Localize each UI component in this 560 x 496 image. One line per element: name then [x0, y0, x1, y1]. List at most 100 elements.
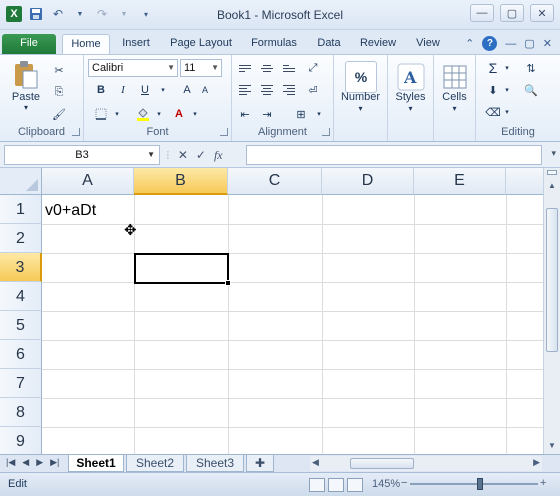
tab-review[interactable]: Review — [354, 34, 402, 54]
font-size-combo[interactable]: 11 ▼ — [180, 59, 222, 77]
cells-button[interactable] — [438, 61, 472, 93]
cut-icon[interactable]: ✂ — [50, 61, 68, 79]
sort-filter-icon[interactable]: ⇅ — [522, 59, 540, 77]
enter-entry-icon[interactable]: ✓ — [196, 148, 206, 162]
fill-color-dropdown-icon[interactable]: ▾ — [150, 105, 168, 123]
last-sheet-icon[interactable]: ▶| — [50, 457, 59, 468]
wrap-text-icon[interactable]: ⏎ — [304, 81, 322, 99]
column-header-e[interactable]: E — [414, 168, 506, 195]
underline-button[interactable]: U — [136, 81, 154, 99]
name-box[interactable]: B3 ▼ — [4, 145, 160, 165]
paste-button[interactable]: Paste ▾ — [6, 59, 46, 112]
font-launcher-icon[interactable] — [220, 128, 228, 136]
tab-file[interactable]: File — [2, 34, 56, 54]
close-button[interactable]: ✕ — [530, 4, 554, 22]
styles-button[interactable]: A — [394, 61, 428, 93]
zoom-slider[interactable] — [410, 483, 538, 485]
italic-button[interactable]: I — [114, 81, 132, 99]
scroll-right-icon[interactable]: ▶ — [533, 457, 540, 468]
bold-button[interactable]: B — [92, 81, 110, 99]
doc-close-icon[interactable]: ✕ — [543, 37, 552, 50]
fill-handle[interactable] — [225, 280, 231, 286]
minimize-ribbon-icon[interactable]: ⌃ — [465, 37, 474, 50]
normal-view-icon[interactable] — [309, 478, 325, 492]
shrink-font-icon[interactable]: A — [196, 81, 214, 99]
format-painter-icon[interactable]: 🖌 — [50, 105, 68, 123]
copy-icon[interactable]: ⎘ — [50, 83, 68, 101]
borders-dropdown-icon[interactable]: ▾ — [108, 105, 126, 123]
column-header-f[interactable] — [506, 168, 543, 195]
scroll-left-icon[interactable]: ◀ — [312, 457, 319, 468]
align-center-icon[interactable] — [258, 81, 276, 99]
row-header-2[interactable]: 2 — [0, 224, 42, 253]
zoom-level[interactable]: 145% — [372, 478, 400, 490]
maximize-button[interactable]: ▢ — [500, 4, 524, 22]
active-cell-b3[interactable] — [134, 253, 231, 286]
cell-a1[interactable]: v0+aDt — [45, 202, 96, 220]
column-header-b[interactable]: B — [134, 168, 228, 195]
cells-group[interactable]: Cells ▾ — [434, 55, 476, 141]
row-header-3[interactable]: 3 — [0, 253, 42, 282]
expand-formula-bar-icon[interactable]: ▾ — [551, 148, 556, 159]
styles-group[interactable]: A Styles ▾ — [388, 55, 434, 141]
alignment-launcher-icon[interactable] — [322, 128, 330, 136]
align-left-icon[interactable] — [236, 81, 254, 99]
align-middle-icon[interactable] — [258, 59, 276, 77]
merge-center-icon[interactable]: ⊞ — [292, 105, 310, 123]
font-name-combo[interactable]: Calibri ▼ — [88, 59, 178, 77]
column-header-c[interactable]: C — [228, 168, 322, 195]
row-header-7[interactable]: 7 — [0, 369, 42, 398]
tab-formulas[interactable]: Formulas — [244, 34, 304, 54]
vertical-scrollbar[interactable]: ▲ ▼ — [543, 168, 560, 454]
scroll-up-icon[interactable]: ▲ — [544, 178, 560, 194]
autosum-dropdown-icon[interactable]: ▾ — [498, 59, 516, 77]
increase-indent-icon[interactable]: ⇥ — [258, 105, 276, 123]
horizontal-scrollbar[interactable]: ◀ ▶ — [310, 456, 542, 471]
row-header-8[interactable]: 8 — [0, 398, 42, 427]
tab-page-layout[interactable]: Page Layout — [164, 34, 238, 54]
find-select-icon[interactable]: 🔍 — [522, 81, 540, 99]
sheet-tab-sheet1[interactable]: Sheet1 — [68, 455, 124, 472]
number-button[interactable]: % — [342, 61, 380, 93]
zoom-in-icon[interactable]: + — [540, 477, 546, 489]
sheet-tab-sheet2[interactable]: Sheet2 — [126, 455, 184, 472]
underline-dropdown-icon[interactable]: ▾ — [154, 81, 172, 99]
page-layout-view-icon[interactable] — [328, 478, 344, 492]
align-right-icon[interactable] — [280, 81, 298, 99]
row-header-4[interactable]: 4 — [0, 282, 42, 311]
grow-font-icon[interactable]: A — [178, 81, 196, 99]
zoom-slider-knob[interactable] — [477, 478, 483, 490]
clipboard-launcher-icon[interactable] — [72, 128, 80, 136]
doc-restore-icon[interactable]: ▢ — [524, 37, 534, 50]
tab-insert[interactable]: Insert — [114, 34, 158, 54]
row-header-6[interactable]: 6 — [0, 340, 42, 369]
split-handle[interactable] — [547, 170, 557, 175]
tab-data[interactable]: Data — [310, 34, 348, 54]
row-header-9[interactable]: 9 — [0, 427, 42, 454]
worksheet-grid[interactable]: A B C D E 1 2 3 4 5 6 7 8 9 v0+aDt ✥ — [0, 168, 543, 454]
align-bottom-icon[interactable] — [280, 59, 298, 77]
row-header-1[interactable]: 1 — [0, 195, 42, 224]
next-sheet-icon[interactable]: ▶ — [36, 457, 43, 468]
row-header-5[interactable]: 5 — [0, 311, 42, 340]
insert-function-icon[interactable]: fx — [214, 148, 223, 163]
decrease-indent-icon[interactable]: ⇤ — [236, 105, 254, 123]
formula-input[interactable] — [246, 145, 542, 165]
column-header-a[interactable]: A — [42, 168, 134, 195]
insert-sheet-icon[interactable]: ✚ — [246, 455, 274, 472]
orientation-icon[interactable]: ⤢ — [304, 59, 322, 77]
tab-view[interactable]: View — [408, 34, 448, 54]
first-sheet-icon[interactable]: |◀ — [6, 457, 15, 468]
merge-dropdown-icon[interactable]: ▾ — [310, 105, 328, 123]
prev-sheet-icon[interactable]: ◀ — [22, 457, 29, 468]
zoom-out-icon[interactable]: − — [401, 477, 407, 489]
cancel-entry-icon[interactable]: ✕ — [178, 148, 188, 162]
horizontal-scroll-thumb[interactable] — [350, 458, 414, 469]
help-icon[interactable]: ? — [482, 36, 498, 51]
doc-minimize-icon[interactable]: — — [505, 38, 516, 50]
page-break-view-icon[interactable] — [347, 478, 363, 492]
sheet-tab-sheet3[interactable]: Sheet3 — [186, 455, 244, 472]
vertical-scroll-thumb[interactable] — [546, 208, 558, 352]
align-top-icon[interactable] — [236, 59, 254, 77]
scroll-down-icon[interactable]: ▼ — [544, 438, 560, 454]
